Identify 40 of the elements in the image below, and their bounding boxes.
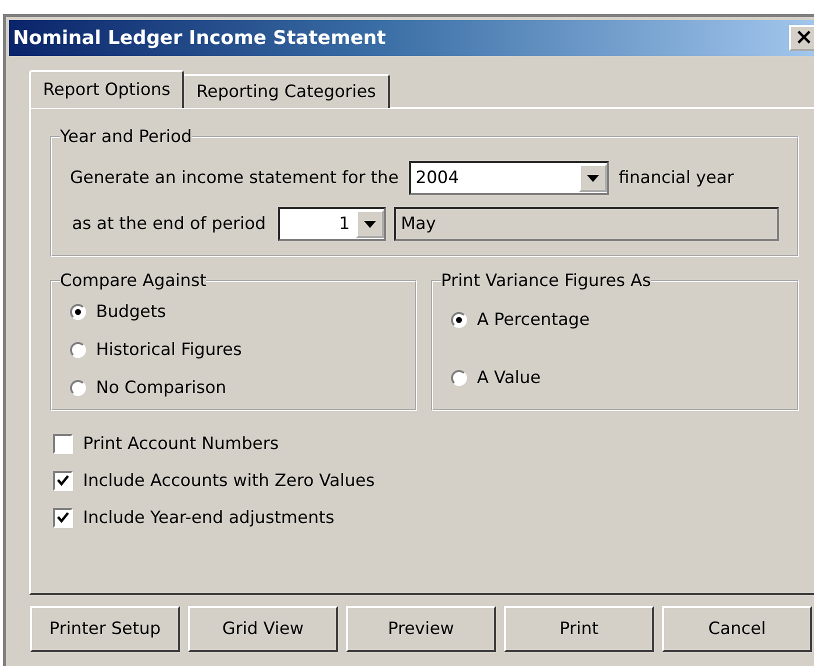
radio-icon[interactable] <box>70 304 86 320</box>
dropdown-button[interactable] <box>356 210 384 238</box>
tab[interactable]: Report Options <box>29 70 184 108</box>
caret-icon <box>364 220 376 228</box>
radio-icon[interactable] <box>451 370 467 386</box>
period-dropdown[interactable]: 1 <box>278 207 386 241</box>
radio-option[interactable]: No Comparison <box>70 369 407 407</box>
radio-icon[interactable] <box>451 312 467 328</box>
radio-option[interactable]: Budgets <box>70 293 407 331</box>
group-title: Compare Against <box>60 271 206 291</box>
dropdown-button[interactable] <box>578 164 607 192</box>
close-button[interactable]: × <box>789 25 814 51</box>
checkbox[interactable] <box>53 470 73 490</box>
field-label: Generate an income statement for the <box>70 168 399 188</box>
tab[interactable]: Reporting Categories <box>182 74 390 108</box>
checkbox[interactable] <box>53 434 73 454</box>
radio-icon[interactable] <box>70 342 86 358</box>
radio-icon[interactable] <box>70 380 86 396</box>
field-label: as at the end of period <box>72 214 266 234</box>
group-title: Print Variance Figures As <box>441 271 652 291</box>
dialog-button[interactable]: Grid View <box>188 606 338 652</box>
checkbox-option[interactable]: Print Account Numbers <box>53 425 814 462</box>
checkbox[interactable] <box>53 508 73 528</box>
checkmark-icon <box>57 475 69 486</box>
checkbox-option[interactable]: Include Accounts with Zero Values <box>53 462 814 499</box>
dialog-button[interactable]: Preview <box>346 606 496 652</box>
dialog-button[interactable]: Cancel <box>662 606 812 652</box>
period-name-field: May <box>394 207 779 241</box>
caret-icon <box>586 174 599 182</box>
radio-option[interactable]: Historical Figures <box>70 331 407 369</box>
radio-option[interactable]: A Value <box>451 359 789 397</box>
dialog-button[interactable]: Print <box>504 606 654 652</box>
checkbox-option[interactable]: Include Year-end adjustments <box>53 499 814 536</box>
field-label: financial year <box>618 168 734 188</box>
year-dropdown[interactable]: 2004 <box>408 161 609 195</box>
radio-option[interactable]: A Percentage <box>451 301 789 339</box>
window-title: Nominal Ledger Income Statement <box>13 27 386 49</box>
checkmark-icon <box>57 512 69 523</box>
dialog-button[interactable]: Printer Setup <box>30 606 180 652</box>
group-title: Year and Period <box>60 127 192 147</box>
